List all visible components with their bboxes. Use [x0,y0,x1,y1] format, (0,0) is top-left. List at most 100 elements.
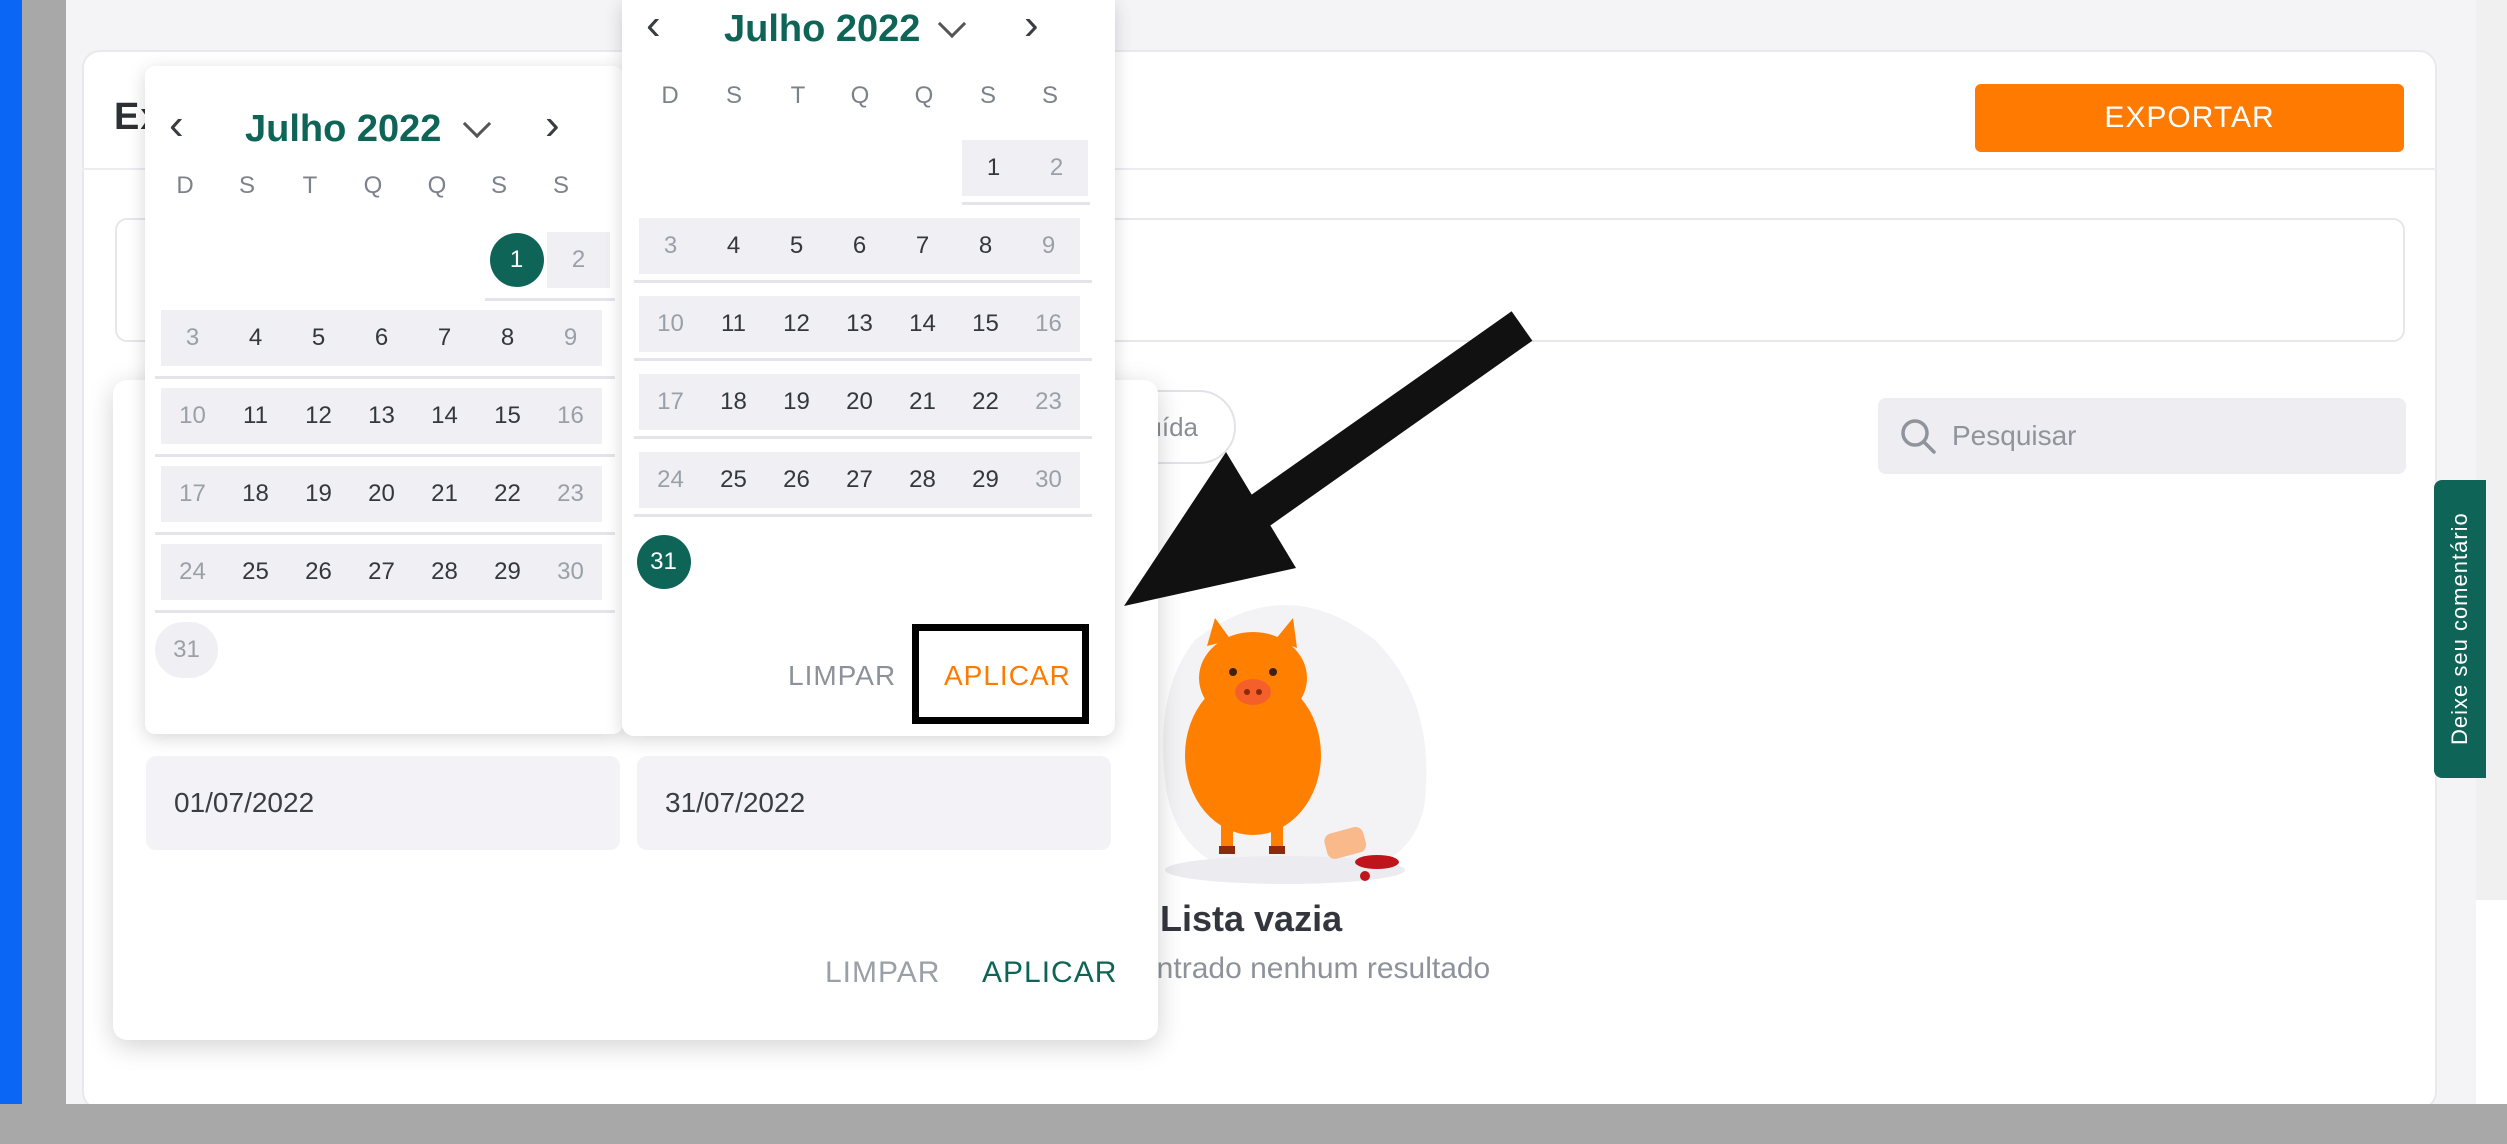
weekday-label: S [725,82,742,109]
chevron-right-icon[interactable]: › [1024,0,1039,50]
month-label[interactable]: Julho 2022 [724,8,920,51]
day-cell[interactable]: 20 [828,374,891,430]
week-divider [962,202,1090,205]
week-divider [634,358,1092,361]
chevron-left-icon[interactable]: ‹ [169,100,184,150]
end-date-field[interactable]: 31/07/2022 [637,756,1111,850]
search-input[interactable] [1952,420,2372,452]
day-cell[interactable]: 9 [1017,218,1080,274]
empty-state-subtitle: ontrado nenhum resultado [1140,952,1491,985]
day-cell[interactable]: 5 [765,218,828,274]
day-cell[interactable]: 9 [539,310,602,366]
window-bottom-edge [0,1104,2507,1144]
chevron-down-icon[interactable] [462,109,492,139]
day-cell[interactable]: 31 [155,622,218,678]
day-cell[interactable]: 18 [224,466,287,522]
day-cell[interactable]: 6 [350,310,413,366]
day-cell[interactable]: 27 [350,544,413,600]
weekday-label: S [1041,82,1058,109]
day-cell-selected[interactable]: 1 [485,232,548,288]
week-divider [634,436,1092,439]
day-cell[interactable]: 29 [954,452,1017,508]
week-divider [485,298,615,301]
calendar-start: ‹ Julho 2022 › D S T Q Q S S 1 2 3 4 5 6… [145,66,623,734]
day-cell[interactable]: 13 [828,296,891,352]
day-cell[interactable]: 17 [161,466,224,522]
day-cell[interactable]: 15 [954,296,1017,352]
search-box[interactable] [1878,398,2406,474]
export-button[interactable]: EXPORTAR [1975,84,2404,152]
day-cell[interactable]: 2 [1025,140,1088,196]
weekday-label: T [302,172,318,199]
day-cell[interactable]: 5 [287,310,350,366]
day-cell[interactable]: 19 [287,466,350,522]
day-cell[interactable]: 21 [891,374,954,430]
day-cell[interactable]: 14 [413,388,476,444]
day-cell[interactable]: 24 [161,544,224,600]
popover-clear-button[interactable]: LIMPAR [825,956,940,990]
start-date-field[interactable]: 01/07/2022 [146,756,620,850]
week-divider [155,532,615,535]
day-cell[interactable]: 24 [639,452,702,508]
day-cell[interactable]: 28 [891,452,954,508]
day-cell[interactable]: 1 [962,140,1025,196]
day-cell[interactable]: 16 [539,388,602,444]
day-cell[interactable]: 10 [639,296,702,352]
day-cell[interactable]: 14 [891,296,954,352]
day-cell[interactable]: 3 [639,218,702,274]
day-cell[interactable]: 17 [639,374,702,430]
popover-apply-button[interactable]: APLICAR [982,956,1117,990]
calendar-clear-button[interactable]: LIMPAR [788,660,896,692]
day-cell[interactable]: 25 [702,452,765,508]
day-cell[interactable]: 25 [224,544,287,600]
day-cell[interactable]: 16 [1017,296,1080,352]
day-cell[interactable]: 20 [350,466,413,522]
day-cell[interactable]: 26 [287,544,350,600]
day-cell[interactable]: 6 [828,218,891,274]
day-cell[interactable]: 8 [954,218,1017,274]
day-cell[interactable]: 13 [350,388,413,444]
day-cell[interactable]: 12 [287,388,350,444]
weekday-label: S [979,82,996,109]
chevron-down-icon[interactable] [937,9,967,39]
chevron-right-icon[interactable]: › [545,100,560,150]
day-cell[interactable]: 10 [161,388,224,444]
day-cell-selected[interactable]: 31 [632,534,695,590]
day-cell[interactable]: 3 [161,310,224,366]
day-cell[interactable]: 30 [1017,452,1080,508]
empty-state-title: Lista vazia [1160,898,1343,939]
day-cell[interactable]: 15 [476,388,539,444]
day-cell[interactable]: 29 [476,544,539,600]
chevron-left-icon[interactable]: ‹ [646,0,661,50]
day-cell[interactable]: 28 [413,544,476,600]
day-cell[interactable]: 12 [765,296,828,352]
week-divider [155,376,615,379]
day-cell[interactable]: 2 [547,232,610,288]
day-cell[interactable]: 8 [476,310,539,366]
day-cell[interactable]: 23 [539,466,602,522]
feedback-tab[interactable]: Deixe seu comentário [2434,480,2486,778]
highlight-box [912,624,1089,724]
day-cell[interactable]: 11 [702,296,765,352]
day-cell[interactable]: 7 [891,218,954,274]
day-cell[interactable]: 21 [413,466,476,522]
selected-day: 1 [489,233,544,287]
day-cell[interactable]: 22 [476,466,539,522]
left-edge-bar [0,0,22,1144]
week-divider [155,610,615,613]
day-cell[interactable]: 27 [828,452,891,508]
week-divider [634,514,1092,517]
day-cell[interactable]: 11 [224,388,287,444]
day-cell[interactable]: 7 [413,310,476,366]
day-cell[interactable]: 22 [954,374,1017,430]
day-cell[interactable]: 18 [702,374,765,430]
weekday-label: Q [850,82,870,109]
day-cell[interactable]: 4 [702,218,765,274]
feedback-label: Deixe seu comentário [2447,512,2472,746]
day-cell[interactable]: 23 [1017,374,1080,430]
day-cell[interactable]: 30 [539,544,602,600]
day-cell[interactable]: 19 [765,374,828,430]
day-cell[interactable]: 4 [224,310,287,366]
day-cell[interactable]: 26 [765,452,828,508]
month-label[interactable]: Julho 2022 [245,108,441,151]
